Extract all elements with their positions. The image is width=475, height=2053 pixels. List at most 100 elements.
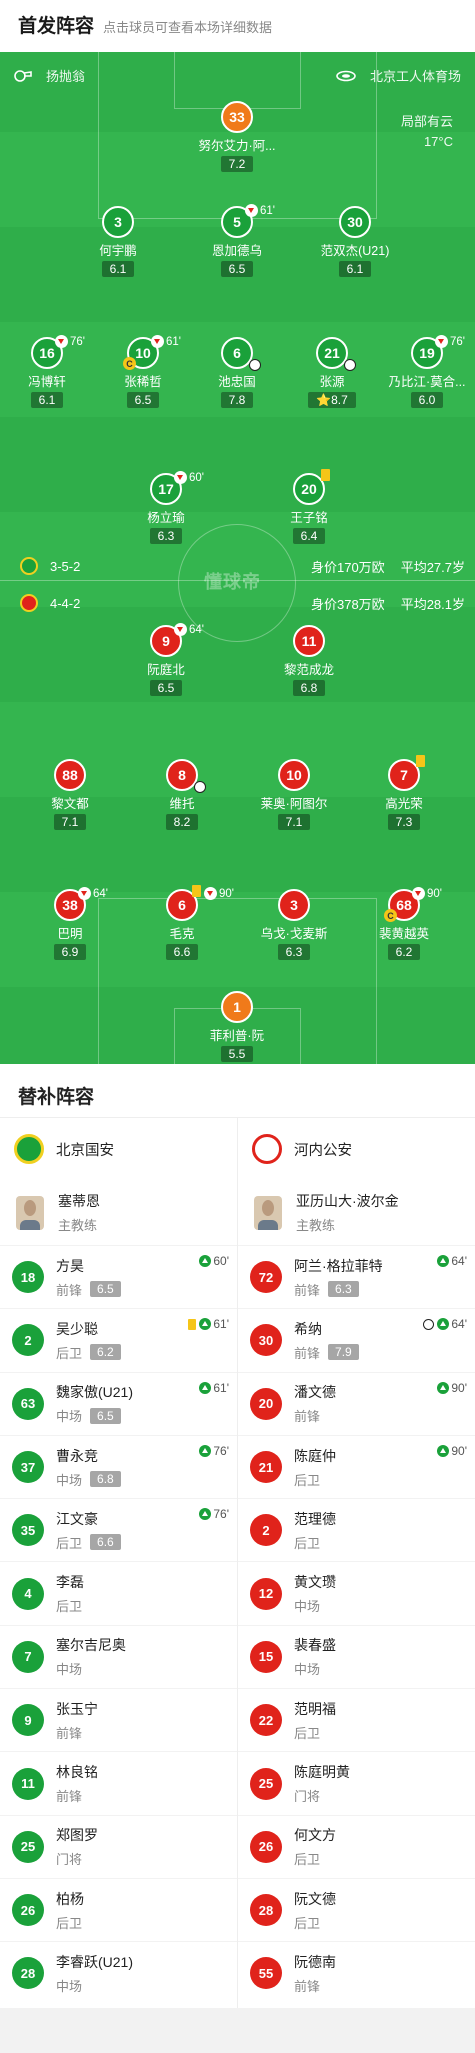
sub-player-row[interactable]: 35 江文豪 后卫 6.6 76'	[0, 1498, 237, 1561]
home-player[interactable]: 30 范双杰(U21) 6.1	[295, 206, 415, 278]
sub-out-marker: 61'	[245, 204, 275, 217]
player-rating: 6.4	[292, 528, 326, 544]
sub-player-row[interactable]: 63 魏家傲(U21) 中场 6.5 61'	[0, 1371, 237, 1435]
yellow-card-icon	[188, 1318, 197, 1330]
sub-player-row[interactable]: 2 吴少聪 后卫 6.2 61'	[0, 1308, 237, 1371]
home-player[interactable]: 33 努尔艾力·阿... 7.2	[177, 101, 297, 173]
home-player[interactable]: 3 何宇鹏 6.1	[58, 206, 178, 278]
sub-out-marker: 64'	[78, 887, 108, 900]
sub-player-row[interactable]: 37 曹永竞 中场 6.8 76'	[0, 1434, 237, 1498]
sub-in-time: 90'	[451, 1380, 467, 1395]
player-rating: 6.6	[165, 944, 199, 960]
player-name: 何宇鹏	[99, 244, 137, 258]
away-player[interactable]: 8 维托 8.2	[122, 759, 242, 831]
sub-player-row[interactable]: 72 阿兰·格拉菲特 前锋 6.3 64'	[238, 1245, 475, 1308]
sub-number: 22	[250, 1704, 282, 1737]
away-player[interactable]: 10 莱奥·阿图尔 7.1	[234, 759, 354, 831]
home-player[interactable]: 20 王子铭 6.4	[249, 469, 369, 545]
sub-in-time: 64'	[451, 1254, 467, 1268]
hanoi-police-logo-icon	[252, 1134, 282, 1164]
sub-position-line: 前锋 6.5	[56, 1280, 121, 1299]
sub-out-icon	[55, 335, 68, 348]
sub-in-marker: 90'	[437, 1444, 467, 1458]
sub-position-line: 前锋 6.3	[294, 1280, 383, 1299]
sub-player-row[interactable]: 25 陈庭明黄 门将	[238, 1751, 475, 1814]
rating-value: 6.5	[157, 681, 175, 695]
sub-player-row[interactable]: 22 范明福 后卫	[238, 1688, 475, 1751]
sub-player-row[interactable]: 25 郑图罗 门将	[0, 1814, 237, 1878]
home-team-row[interactable]: 北京国安	[0, 1118, 237, 1180]
pitch: 懂球帝 扬抛翁 北京工人体育场 局部有云 17°C 3-5-2 身价170万欧平…	[0, 52, 475, 1064]
sub-player-row[interactable]: 4 李磊 后卫	[0, 1561, 237, 1624]
sub-position: 后卫	[56, 1345, 83, 1361]
sub-player-row[interactable]: 2 范理德 后卫	[238, 1498, 475, 1561]
sub-player-row[interactable]: 55 阮德南 前锋	[238, 1941, 475, 2004]
away-player[interactable]: 9 64' 阮庭北 6.5	[106, 623, 226, 697]
sub-in-time: 90'	[451, 1443, 467, 1458]
sub-position-line: 中场	[56, 1659, 126, 1678]
sub-number: 55	[250, 1957, 282, 1990]
away-player[interactable]: 11 黎范成龙 6.8	[249, 625, 369, 697]
sub-position-line: 门将	[56, 1849, 98, 1868]
whistle-icon	[14, 69, 32, 82]
sub-player-row[interactable]: 26 柏杨 后卫	[0, 1877, 237, 1941]
sub-info: 潘文德 前锋	[294, 1382, 336, 1425]
sub-player-row[interactable]: 30 希纳 前锋 7.9 64'	[238, 1308, 475, 1371]
sub-position-line: 前锋	[56, 1786, 98, 1805]
sub-position: 中场	[294, 1662, 321, 1678]
yellow-card-icon	[416, 755, 425, 767]
player-number: 30	[339, 206, 371, 238]
sub-player-row[interactable]: 21 陈庭仲 后卫 90'	[238, 1434, 475, 1498]
sub-player-row[interactable]: 26 何文方 后卫	[238, 1814, 475, 1878]
player-name: 裴黄越英	[378, 927, 429, 941]
away-player[interactable]: 3 乌戈·戈麦斯 6.3	[234, 889, 354, 961]
sub-out-time: 61'	[260, 204, 275, 217]
sub-number: 11	[12, 1767, 44, 1800]
away-team-row[interactable]: 河内公安	[238, 1118, 475, 1180]
sub-player-row[interactable]: 20 潘文德 前锋 90'	[238, 1371, 475, 1435]
away-player[interactable]: 38 64' 巴明 6.9	[10, 887, 130, 961]
sub-rating: 6.3	[328, 1281, 359, 1298]
sub-player-row[interactable]: 9 张玉宁 前锋	[0, 1688, 237, 1751]
sub-player-row[interactable]: 15 裴春盛 中场	[238, 1624, 475, 1688]
player-rating: 6.5	[220, 261, 254, 277]
sub-player-row[interactable]: 7 塞尔吉尼奥 中场	[0, 1624, 237, 1688]
sub-player-row[interactable]: 11 林良铭 前锋	[0, 1751, 237, 1814]
away-player[interactable]: 88 黎文都 7.1	[10, 759, 130, 831]
sub-position-line: 中场	[294, 1659, 336, 1678]
sub-name: 范明福	[294, 1700, 336, 1717]
sub-position: 前锋	[56, 1725, 83, 1741]
home-player[interactable]: 19 76' 乃比江·莫合... 6.0	[367, 335, 475, 409]
away-team-name: 河内公安	[294, 1142, 352, 1159]
away-player[interactable]: 7 高光荣 7.3	[344, 755, 464, 831]
sub-player-row[interactable]: 12 黄文瓒 中场	[238, 1561, 475, 1624]
sub-in-marker: 90'	[437, 1381, 467, 1395]
rating-value: 7.3	[395, 815, 413, 829]
away-player[interactable]: 68 90' C 裴黄越英 6.2	[344, 887, 464, 961]
home-player[interactable]: 5 61' 恩加德乌 6.5	[177, 204, 297, 278]
rating-value: 7.1	[285, 815, 303, 829]
weather: 局部有云	[400, 114, 453, 129]
player-number: 3	[102, 206, 134, 238]
sub-name: 曹永竞	[56, 1447, 98, 1464]
away-coach-row[interactable]: 亚历山大·波尔金 主教练	[238, 1180, 475, 1245]
home-coach-row[interactable]: 塞蒂恩 主教练	[0, 1180, 237, 1245]
player-number: 3	[278, 889, 310, 921]
sub-name: 陈庭仲	[294, 1447, 336, 1464]
away-player[interactable]: 1 菲利普·阮 5.5	[177, 991, 297, 1063]
rating-value: 8.2	[173, 815, 191, 829]
sub-player-row[interactable]: 28 阮文德 后卫	[238, 1877, 475, 1941]
player-name: 毛克	[169, 927, 195, 941]
away-player[interactable]: 6 90' 毛克 6.6	[122, 885, 242, 961]
sub-player-row[interactable]: 28 李睿跃(U21) 中场	[0, 1941, 237, 2004]
home-subs-column: 北京国安 塞蒂恩 主教练 18 方昊 前锋 6.5 60' 2 吴少聪 后卫 6.2 61' 63 魏家…	[0, 1118, 237, 2008]
sub-number: 25	[12, 1830, 44, 1863]
sub-in-marker: 60'	[199, 1254, 229, 1268]
sub-player-row[interactable]: 18 方昊 前锋 6.5 60'	[0, 1245, 237, 1308]
sub-number: 15	[250, 1640, 282, 1673]
sub-in-marker: 64'	[423, 1317, 467, 1331]
sub-position-line: 后卫 6.2	[56, 1343, 121, 1362]
sub-in-time: 76'	[213, 1443, 229, 1458]
home-player[interactable]: 17 60' 杨立瑜 6.3	[106, 471, 226, 545]
player-number: 1	[221, 991, 253, 1023]
